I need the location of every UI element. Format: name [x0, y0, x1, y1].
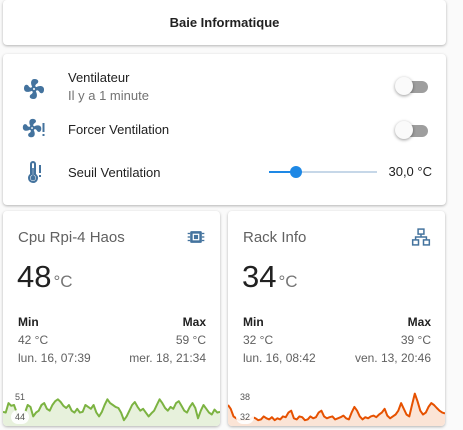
- sensor-unit: °C: [278, 272, 298, 291]
- slider-knob[interactable]: [290, 166, 302, 178]
- entity-name: Ventilateur: [68, 70, 130, 85]
- max-label: Max: [407, 315, 431, 329]
- graph-max-badge: 51: [11, 390, 29, 404]
- sensor-value: 48: [17, 259, 52, 294]
- thermometer-alert-icon: [28, 161, 41, 183]
- entity-row-ventilateur[interactable]: Ventilateur Il y a 1 minute: [3, 70, 446, 104]
- entity-name: Forcer Ventilation: [68, 122, 170, 137]
- min-label: Min: [18, 315, 39, 329]
- entity-row-forcer-ventilation[interactable]: Forcer Ventilation: [3, 116, 446, 150]
- sensor-name: Cpu Rpi-4 Haos: [18, 229, 125, 246]
- min-value: 42 °C: [18, 333, 49, 347]
- ventilateur-toggle[interactable]: [395, 76, 429, 96]
- max-value: 39 °C: [400, 333, 431, 347]
- min-time: lun. 16, 08:42: [243, 351, 316, 365]
- seuil-ventilation-slider[interactable]: [269, 166, 377, 178]
- forcer-ventilation-toggle[interactable]: [395, 120, 429, 140]
- sensor-card-rack[interactable]: Rack Info 34 °C Min Max 32 °C 39 °C lun. …: [228, 211, 445, 426]
- sensor-value-block: 48 °C: [17, 259, 73, 295]
- max-time: mer. 18, 21:34: [129, 351, 206, 365]
- fan-alert-icon: [22, 118, 45, 138]
- network-icon: [411, 228, 431, 246]
- sensor-name: Rack Info: [243, 229, 307, 246]
- min-value: 32 °C: [243, 333, 274, 347]
- sensor-unit: °C: [53, 272, 73, 291]
- sensor-card-cpu[interactable]: Cpu Rpi-4 Haos 48 °C Min Max 42 °C 59 °C …: [3, 211, 220, 426]
- chip-icon: [187, 231, 205, 243]
- graph-min-badge: 44: [11, 410, 29, 424]
- toggle-thumb: [395, 121, 413, 139]
- entity-row-seuil-ventilation: Seuil Ventilation: [3, 156, 446, 190]
- toggle-thumb: [395, 77, 413, 95]
- max-time: ven. 13, 20:46: [354, 351, 431, 365]
- header-card: Baie Informatique: [3, 0, 446, 45]
- graph-max-badge: 38: [236, 390, 254, 404]
- min-label: Min: [243, 315, 264, 329]
- entities-card: Ventilateur Il y a 1 minute Forcer Venti…: [3, 54, 446, 205]
- entity-name: Seuil Ventilation: [68, 165, 161, 180]
- sensor-value: 34: [242, 259, 277, 294]
- card-title: Baie Informatique: [169, 15, 280, 30]
- max-value: 59 °C: [175, 333, 206, 347]
- graph-area: [228, 393, 445, 426]
- sensor-value-block: 34 °C: [242, 259, 298, 295]
- graph-min-badge: 32: [236, 410, 254, 424]
- min-time: lun. 16, 07:39: [18, 351, 91, 365]
- entity-last-changed: Il y a 1 minute: [68, 88, 149, 103]
- max-label: Max: [182, 315, 206, 329]
- fan-icon: [24, 79, 45, 99]
- slider-value: 30,0 °C: [388, 164, 432, 179]
- history-graph: [3, 398, 220, 426]
- history-graph: [228, 392, 445, 426]
